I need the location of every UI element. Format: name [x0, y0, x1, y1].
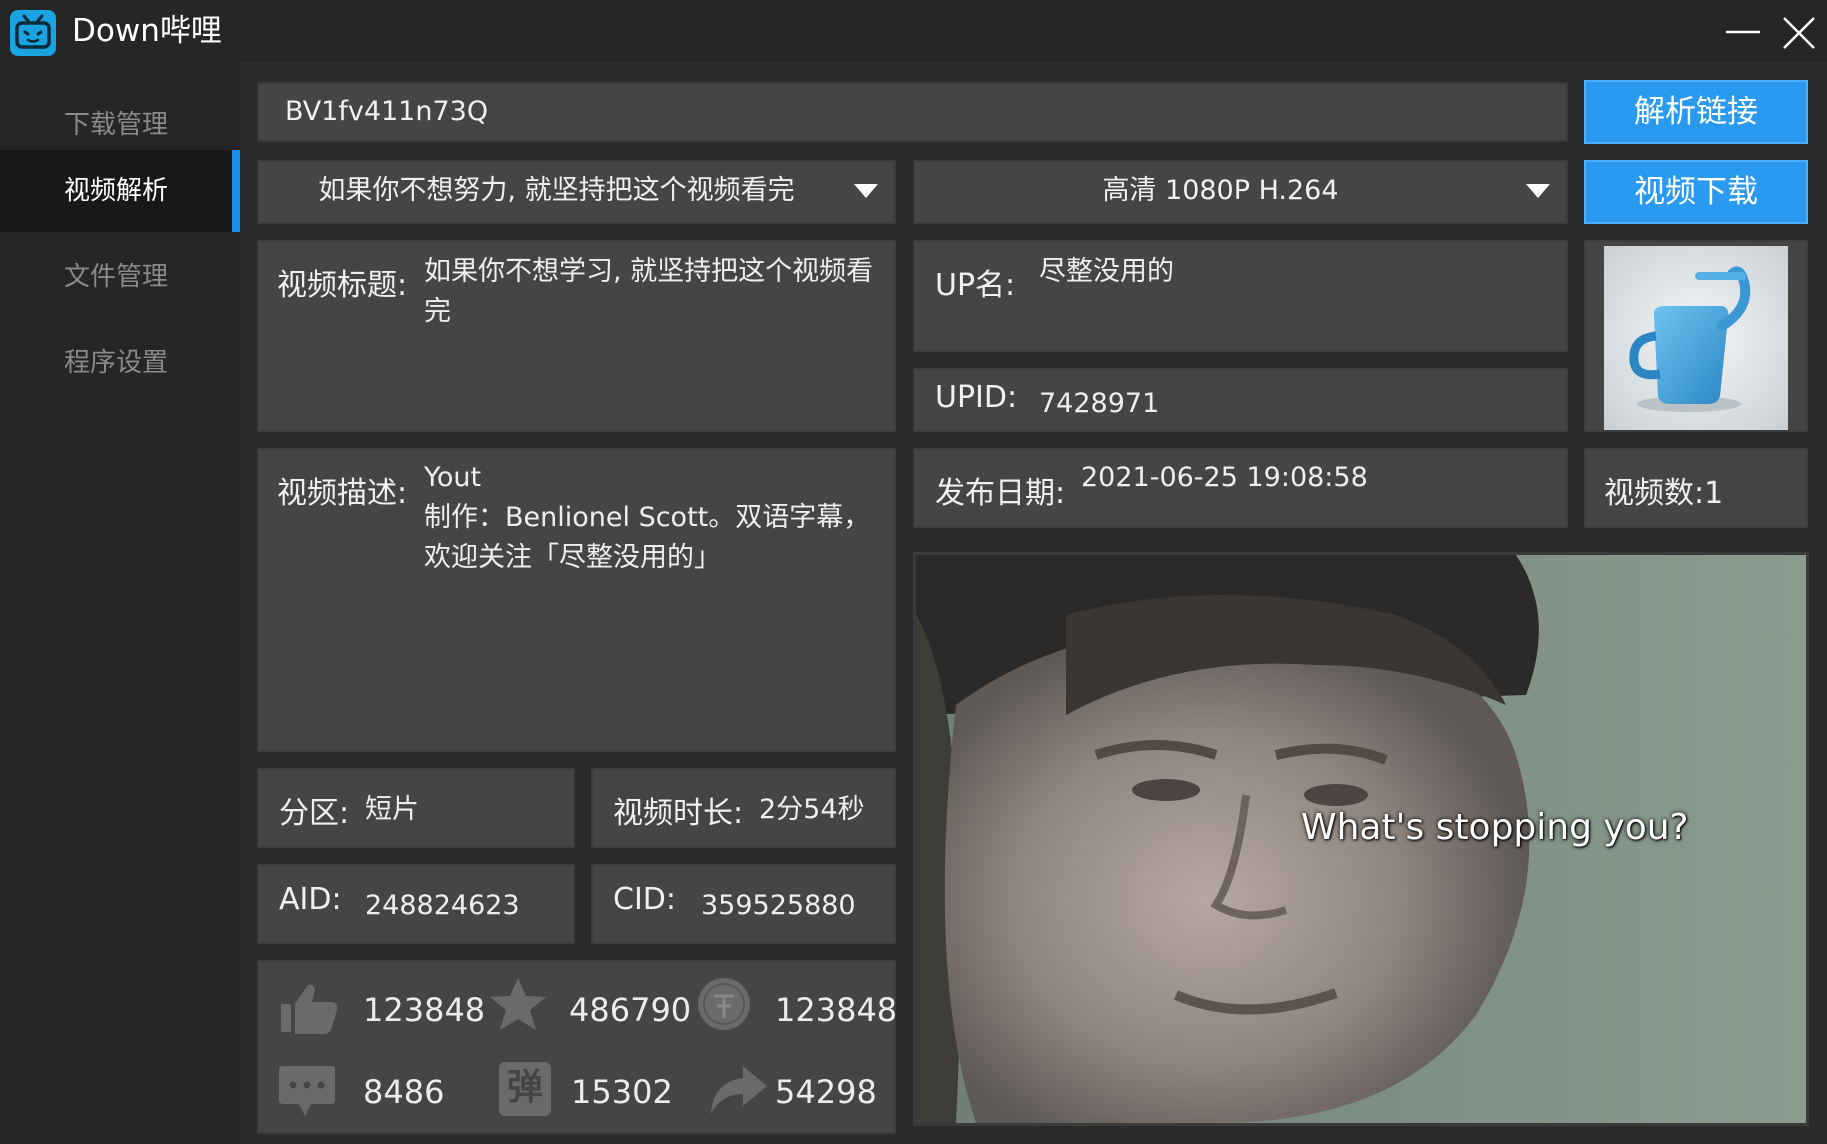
duration-label: 视频时长: [613, 796, 744, 831]
description-line: 欢迎关注「尽整没用的」 [424, 542, 721, 573]
cover-caption: What's stopping you? [1301, 807, 1689, 848]
up-name-panel: UP名: 尽整没用的 [913, 240, 1568, 352]
publish-date-panel: 发布日期: 2021-06-25 19:08:58 [913, 448, 1568, 528]
up-name-value: 尽整没用的 [1039, 256, 1174, 287]
favorite-count: 486790 [569, 991, 692, 1029]
upid-panel: UPID: 7428971 [913, 368, 1568, 432]
video-description-label: 视频描述: [277, 476, 408, 511]
stats-panel: 123848 486790 123848 8486 弹 15302 54298 [257, 960, 898, 1134]
sidebar-item-file-manager[interactable]: 文件管理 [0, 236, 240, 318]
video-url-input[interactable]: BV1fv411n73Q [257, 82, 1568, 142]
coin-count: 123848 [775, 991, 898, 1029]
danmaku-icon: 弹 [499, 1062, 551, 1116]
cid-panel: CID: 359525880 [591, 864, 896, 944]
parse-link-button[interactable]: 解析链接 [1584, 80, 1808, 144]
episode-select-value: 如果你不想努力, 就坚持把这个视频看完 [318, 175, 795, 206]
reply-count: 8486 [363, 1073, 445, 1111]
upid-label: UPID: [935, 380, 1018, 415]
zone-panel: 分区: 短片 [257, 768, 575, 848]
video-count-value: 视频数:1 [1604, 476, 1724, 511]
publish-date-label: 发布日期: [935, 476, 1066, 511]
video-title-label: 视频标题: [277, 268, 408, 303]
sidebar-item-video-parse[interactable]: 视频解析 [0, 150, 240, 232]
quality-select[interactable]: 高清 1080P H.264 [913, 160, 1568, 224]
share-icon [711, 1066, 767, 1114]
video-download-button[interactable]: 视频下载 [1584, 160, 1808, 224]
aid-value: 248824623 [365, 890, 520, 921]
chevron-down-icon [1526, 184, 1550, 198]
aid-label: AID: [279, 882, 342, 917]
danmaku-count: 15302 [571, 1073, 673, 1111]
video-title-panel: 视频标题: 如果你不想学习, 就坚持把这个视频看完 [257, 240, 896, 432]
cid-value: 359525880 [701, 890, 856, 921]
publish-date-value: 2021-06-25 19:08:58 [1081, 462, 1368, 493]
cid-label: CID: [613, 882, 677, 917]
video-title-value: 如果你不想学习, 就坚持把这个视频看完 [424, 256, 874, 327]
video-description-panel: 视频描述: Yout 制作：Benlionel Scott。双语字幕， 欢迎关注… [257, 448, 896, 752]
thumbs-up-icon [281, 984, 338, 1034]
aid-panel: AID: 248824623 [257, 864, 575, 944]
zone-value: 短片 [365, 794, 419, 825]
quality-select-value: 高清 1080P H.264 [1102, 175, 1339, 206]
watering-can-thumbnail [1604, 246, 1788, 430]
description-line: 制作：Benlionel Scott。双语字幕， [424, 502, 871, 533]
video-cover-preview: What's stopping you? [913, 552, 1809, 1126]
duration-panel: 视频时长: 2分54秒 [591, 768, 896, 848]
comment-icon [279, 1066, 335, 1116]
like-count: 123848 [363, 991, 486, 1029]
thumbnail-panel [1584, 240, 1808, 432]
star-icon [490, 978, 546, 1030]
up-name-label: UP名: [935, 268, 1016, 303]
episode-select[interactable]: 如果你不想努力, 就坚持把这个视频看完 [257, 160, 896, 224]
app-window: Down哔哩 下载管理 视频解析 文件管理 程序设置 BV1fv411n73Q … [0, 0, 1827, 1144]
video-count-panel: 视频数:1 [1584, 448, 1808, 528]
sidebar: 下载管理 视频解析 文件管理 程序设置 [0, 62, 240, 1144]
upid-value: 7428971 [1039, 388, 1160, 419]
description-line: Yout [424, 462, 482, 493]
zone-label: 分区: [279, 796, 350, 831]
share-count: 54298 [775, 1073, 877, 1111]
title-bar[interactable]: Down哔哩 [0, 0, 1827, 62]
duration-value: 2分54秒 [759, 794, 865, 825]
close-icon[interactable] [1776, 10, 1822, 56]
bilibili-tv-icon [10, 10, 56, 56]
minimize-icon[interactable] [1720, 10, 1766, 52]
sidebar-item-settings[interactable]: 程序设置 [0, 322, 240, 404]
coin-icon [698, 978, 750, 1030]
app-title: Down哔哩 [72, 13, 222, 49]
chevron-down-icon [854, 184, 878, 198]
